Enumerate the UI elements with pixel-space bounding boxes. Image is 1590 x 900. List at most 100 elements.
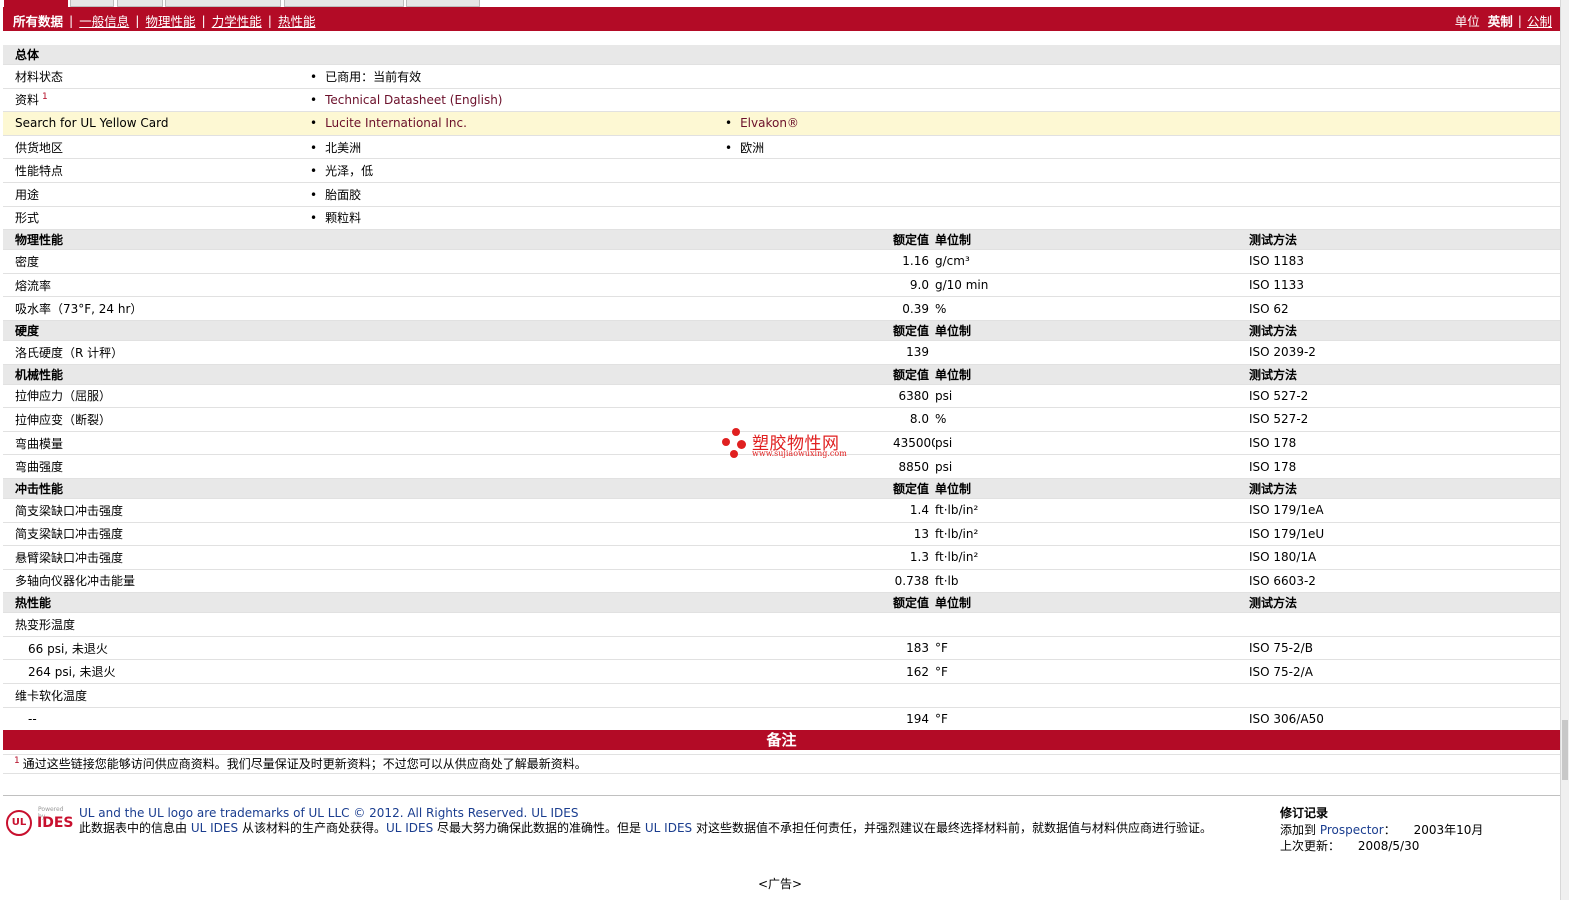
datasheet-link[interactable]: Technical Datasheet (English) — [325, 93, 502, 107]
header-value: 额定值 — [893, 478, 935, 499]
prospector-link[interactable]: Prospector — [1320, 823, 1384, 837]
divider — [3, 795, 1560, 796]
ul-ides-link[interactable]: UL IDES — [191, 821, 238, 835]
row-value: 北美洲 — [308, 141, 361, 155]
section-title: 热性能 — [3, 592, 893, 614]
ides-logo-text: IDES — [37, 815, 74, 831]
top-tab[interactable] — [4, 0, 68, 7]
header-value: 额定值 — [893, 364, 935, 385]
top-tab[interactable] — [406, 0, 480, 7]
row-method: ISO 179/1eA — [1249, 498, 1560, 523]
row-method: ISO 75-2/A — [1249, 659, 1560, 685]
row-unit: ft·lb/in² — [935, 545, 1249, 570]
header-unit: 单位制 — [935, 229, 1249, 251]
row-unit: °F — [935, 707, 1249, 732]
legal-notice: UL and the UL logo are trademarks of UL … — [79, 806, 1259, 836]
top-tab[interactable] — [165, 0, 281, 7]
divider — [3, 773, 1560, 774]
table-row: 洛氏硬度（R 计秤） 139 ISO 2039-2 — [3, 340, 1560, 365]
header-method: 测试方法 — [1249, 478, 1560, 499]
table-row: 维卡软化温度 — [3, 683, 1560, 708]
row-label: 形式 — [3, 206, 308, 231]
ul-ides-link[interactable]: UL IDES — [645, 821, 692, 835]
nav-general-info[interactable]: 一般信息 — [73, 11, 135, 30]
table-row: 性能特点 光泽，低 — [3, 158, 1560, 183]
row-unit: ft·lb/in² — [935, 522, 1249, 547]
top-tab[interactable] — [70, 0, 114, 7]
footnote-ref[interactable]: 1 — [42, 92, 48, 102]
row-unit: g/cm³ — [935, 249, 1249, 274]
section-header-hardness: 硬度 额定值 单位制 测试方法 — [3, 320, 1560, 341]
section-header-impact: 冲击性能 额定值 单位制 测试方法 — [3, 478, 1560, 499]
row-label: 悬臂梁缺口冲击强度 — [3, 545, 893, 570]
table-row: 密度 1.16 g/cm³ ISO 1183 — [3, 249, 1560, 274]
yellow-card-link[interactable]: Search for UL Yellow Card — [3, 111, 308, 136]
ul-ides-logo[interactable]: Powered by UL IDES — [6, 806, 74, 840]
footnote-text: 通过这些链接您能够访问供应商资料。我们尽量保证及时更新资料；不过您可以从供应商处… — [22, 757, 587, 771]
row-method: ISO 2039-2 — [1249, 340, 1560, 365]
table-row: 形式 颗粒料 — [3, 206, 1560, 231]
row-value: 9.0 — [893, 273, 935, 298]
disclaimer-text: 从该材料的生产商处获得。 — [241, 821, 386, 835]
datasheet-table: 总体 材料状态 已商用：当前有效 资料1 Technical Datasheet… — [3, 45, 1560, 755]
nav-physical[interactable]: 物理性能 — [139, 11, 201, 30]
supplier-link[interactable]: Lucite International Inc. — [325, 116, 467, 130]
nav-separator: | — [1517, 13, 1522, 28]
row-label: 多轴向仪器化冲击能量 — [3, 569, 893, 594]
row-method: ISO 178 — [1249, 454, 1560, 479]
row-value: 1.4 — [893, 498, 935, 523]
table-row: 资料1 Technical Datasheet (English) — [3, 88, 1560, 113]
site-watermark: 塑胶物性网 www.sujiaowuxing.com — [722, 428, 862, 462]
section-title: 总体 — [3, 45, 1560, 65]
ul-ides-link[interactable]: UL IDES — [531, 806, 578, 820]
units-label: 单位 — [1454, 14, 1480, 29]
added-date: 2003年10月 — [1413, 822, 1484, 837]
row-label: 拉伸应力（屈服） — [3, 384, 893, 409]
revision-title: 修订记录 — [1280, 806, 1329, 820]
table-row: 用途 胎面胶 — [3, 182, 1560, 207]
row-unit: psi — [935, 384, 1249, 409]
row-method: ISO 62 — [1249, 296, 1560, 321]
header-unit: 单位制 — [935, 364, 1249, 385]
nav-all-data[interactable]: 所有数据 — [13, 11, 69, 30]
header-method: 测试方法 — [1249, 229, 1560, 251]
watermark-dot — [722, 438, 730, 446]
nav-thermal[interactable]: 热性能 — [272, 11, 322, 30]
row-label: 密度 — [3, 249, 893, 274]
row-label: 用途 — [3, 182, 308, 207]
row-value: 1.16 — [893, 249, 935, 274]
watermark-dot — [732, 428, 740, 436]
scrollbar-thumb[interactable] — [1562, 720, 1568, 780]
units-metric-link[interactable]: 公制 — [1527, 11, 1552, 30]
row-value: 0.738 — [893, 569, 935, 594]
row-label: 供货地区 — [3, 135, 308, 160]
section-title: 冲击性能 — [3, 478, 893, 499]
ul-ides-link[interactable]: UL IDES — [386, 821, 433, 835]
disclaimer-text: 对这些数据值不承担任何责任，并强烈建议在最终选择材料前，就数据值与材料供应商进行… — [695, 821, 1212, 835]
top-tab[interactable] — [284, 0, 404, 7]
row-value: 1.3 — [893, 545, 935, 570]
row-value: 162 — [893, 659, 935, 685]
row-value: 139 — [893, 340, 935, 365]
row-method: ISO 179/1eU — [1249, 522, 1560, 547]
row-unit: ft·lb/in² — [935, 498, 1249, 523]
nav-mechanical[interactable]: 力学性能 — [206, 11, 268, 30]
row-label: 熔流率 — [3, 273, 893, 298]
header-value: 额定值 — [893, 592, 935, 614]
vertical-scrollbar[interactable] — [1560, 0, 1569, 900]
section-title: 硬度 — [3, 320, 893, 341]
row-unit: % — [935, 407, 1249, 432]
row-value: 欧洲 — [723, 141, 764, 155]
brand-link[interactable]: Elvakon® — [740, 116, 799, 130]
top-tab[interactable] — [117, 0, 163, 7]
row-method: ISO 306/A50 — [1249, 707, 1560, 732]
notes-header: 备注 — [3, 730, 1560, 750]
row-label: -- — [3, 707, 893, 732]
header-value: 额定值 — [893, 320, 935, 341]
section-title: 机械性能 — [3, 364, 893, 385]
table-row: 材料状态 已商用：当前有效 — [3, 64, 1560, 89]
row-unit: psi — [935, 454, 1249, 479]
table-row: 简支梁缺口冲击强度 1.4 ft·lb/in² ISO 179/1eA — [3, 498, 1560, 523]
section-header-physical: 物理性能 额定值 单位制 测试方法 — [3, 229, 1560, 251]
watermark-url: www.sujiaowuxing.com — [752, 449, 847, 458]
